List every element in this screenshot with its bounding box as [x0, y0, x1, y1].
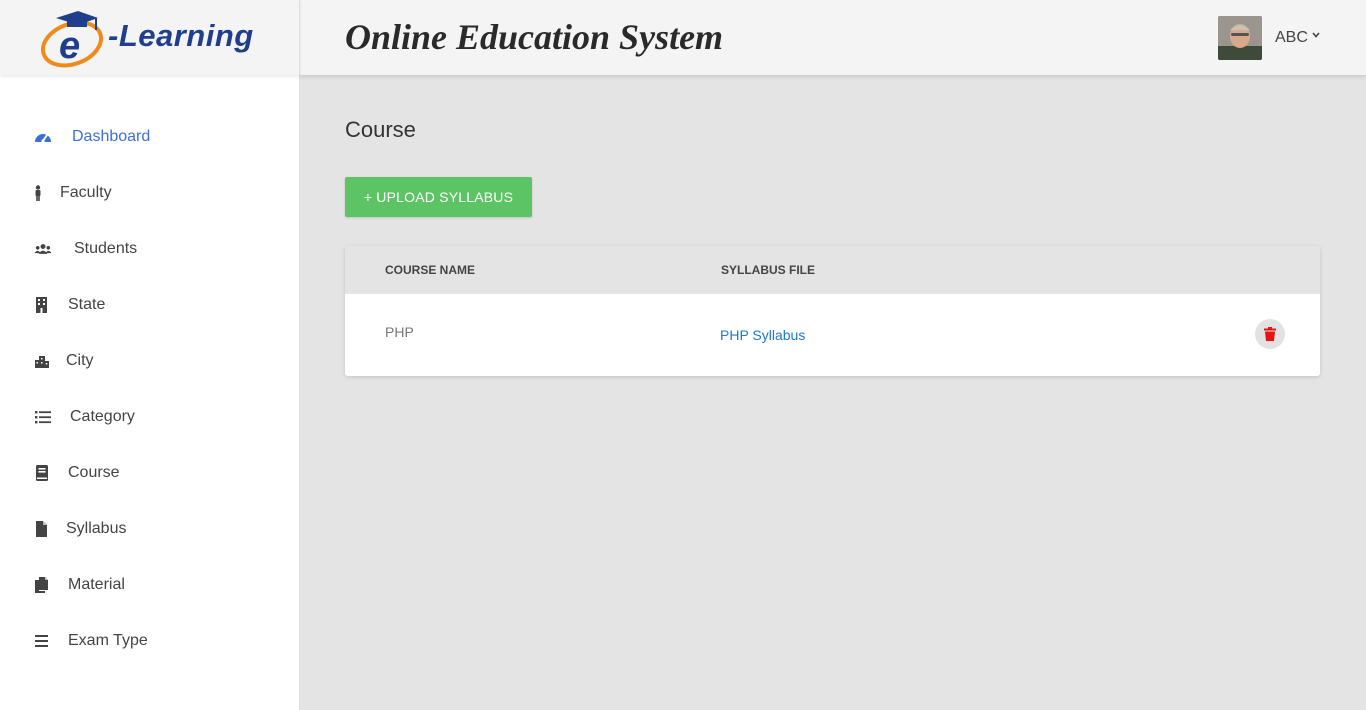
city-icon: [35, 356, 49, 368]
sidebar-item-label: Course: [68, 464, 120, 481]
syllabus-table: COURSE NAME SYLLABUS FILE PHP PHP Syllab…: [345, 246, 1320, 376]
person-icon: [35, 185, 41, 201]
table-header: COURSE NAME SYLLABUS FILE: [345, 246, 1320, 294]
sidebar-item-material[interactable]: Material: [0, 565, 299, 605]
chevron-down-icon[interactable]: [1311, 30, 1321, 40]
sidebar-item-label: Faculty: [60, 184, 112, 201]
logo-letter: e: [59, 25, 80, 67]
sidebar-item-label: City: [66, 352, 94, 369]
upload-syllabus-button[interactable]: + UPLOAD SYLLABUS: [345, 177, 532, 217]
e-learning-logo-icon: e: [40, 11, 104, 68]
sidebar-item-label: State: [68, 296, 106, 313]
sidebar-item-label: Dashboard: [72, 128, 151, 145]
system-title: Online Education System: [345, 17, 724, 57]
sidebar-item-exam-type[interactable]: Exam Type: [0, 621, 299, 661]
sidebar-item-dashboard[interactable]: Dashboard: [0, 117, 299, 157]
copy-icon: [35, 577, 48, 593]
column-header-course-name: COURSE NAME: [385, 263, 476, 277]
sidebar-item-label: Students: [74, 240, 138, 257]
menu-icon: [35, 635, 48, 647]
sidebar: Dashboard Faculty Students State City Ca…: [0, 75, 300, 710]
sidebar-item-category[interactable]: Category: [0, 397, 299, 437]
page-title: Course: [345, 117, 416, 142]
trash-icon: [1264, 327, 1276, 341]
list-icon: [35, 411, 51, 424]
column-header-syllabus-file: SYLLABUS FILE: [721, 263, 816, 277]
dashboard-icon: [35, 134, 51, 143]
sidebar-item-label: Material: [68, 576, 125, 593]
user-name[interactable]: ABC: [1275, 29, 1308, 47]
book-icon: [36, 465, 48, 481]
logo[interactable]: e -Learning: [0, 0, 300, 75]
avatar-image-icon: [1218, 16, 1262, 60]
sidebar-item-faculty[interactable]: Faculty: [0, 173, 299, 213]
file-icon: [36, 521, 47, 537]
syllabus-file-link[interactable]: PHP Syllabus: [720, 327, 805, 343]
top-header: Online Education System ABC: [300, 0, 1366, 75]
sidebar-item-city[interactable]: City: [0, 341, 299, 381]
users-icon: [34, 244, 52, 254]
sidebar-item-label: Syllabus: [66, 520, 127, 537]
delete-button[interactable]: [1255, 319, 1285, 349]
course-name-cell: PHP: [385, 324, 414, 340]
user-avatar[interactable]: [1218, 16, 1262, 60]
sidebar-item-course[interactable]: Course: [0, 453, 299, 493]
sidebar-item-label: Exam Type: [68, 632, 148, 649]
sidebar-item-syllabus[interactable]: Syllabus: [0, 509, 299, 549]
sidebar-item-students[interactable]: Students: [0, 229, 299, 269]
building-icon: [36, 297, 47, 313]
sidebar-item-label: Category: [70, 408, 135, 425]
logo-text: -Learning: [108, 18, 254, 53]
sidebar-item-state[interactable]: State: [0, 285, 299, 325]
